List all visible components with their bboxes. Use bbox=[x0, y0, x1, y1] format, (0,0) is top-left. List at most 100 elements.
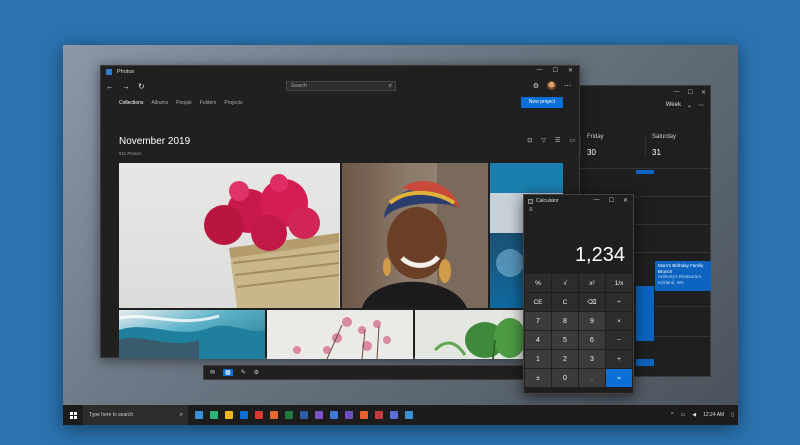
calc-key[interactable]: − bbox=[606, 331, 632, 349]
calc-key[interactable]: 1/x bbox=[606, 274, 632, 292]
calc-key[interactable]: 1 bbox=[525, 350, 551, 368]
calc-key[interactable]: 5 bbox=[552, 331, 578, 349]
avatar[interactable] bbox=[547, 81, 556, 90]
chevron-up-icon[interactable]: ^ bbox=[671, 412, 673, 418]
calc-key[interactable]: ± bbox=[525, 369, 551, 387]
minimize-icon[interactable]: — bbox=[537, 67, 543, 74]
day-number[interactable]: 31 bbox=[652, 148, 710, 157]
window-title: Photos bbox=[117, 69, 135, 75]
calc-key[interactable]: × bbox=[606, 312, 632, 330]
calendar-icon[interactable]: ▦ bbox=[223, 369, 233, 376]
photo-tile-flowers[interactable] bbox=[119, 163, 340, 308]
view-dropdown[interactable]: Week bbox=[666, 102, 681, 108]
event-bar[interactable] bbox=[636, 286, 654, 341]
calc-key[interactable]: 4 bbox=[525, 331, 551, 349]
calc-key[interactable]: √ bbox=[552, 274, 578, 292]
taskbar-app-icon[interactable] bbox=[375, 411, 383, 419]
list-icon[interactable]: ☰ bbox=[555, 137, 560, 144]
chevron-down-icon[interactable]: ⌄ bbox=[687, 102, 692, 109]
calendar-event[interactable]: Mom's Birthday Family Brunch Anthony's R… bbox=[655, 261, 711, 291]
edit-icon[interactable]: ✎ bbox=[241, 369, 246, 376]
calc-key[interactable]: 9 bbox=[579, 312, 605, 330]
calc-key[interactable]: ÷ bbox=[606, 293, 632, 311]
hamburger-menu-icon[interactable]: ≡ bbox=[524, 207, 633, 217]
close-icon[interactable]: ✕ bbox=[623, 197, 628, 204]
tab-projects[interactable]: Projects bbox=[224, 100, 242, 106]
minimize-icon[interactable]: — bbox=[674, 89, 680, 95]
taskbar-app-icon[interactable] bbox=[360, 411, 368, 419]
search-placeholder: Search bbox=[291, 83, 307, 89]
filter-icon[interactable]: ▽ bbox=[541, 137, 546, 144]
taskbar-app-icon[interactable] bbox=[255, 411, 263, 419]
calc-key[interactable]: . bbox=[579, 369, 605, 387]
calc-key[interactable]: 8 bbox=[552, 312, 578, 330]
calc-key[interactable]: ⌫ bbox=[579, 293, 605, 311]
search-icon[interactable]: ⌕ bbox=[389, 82, 392, 91]
photos-titlebar: Photos — ☐ ✕ bbox=[101, 66, 579, 78]
view-options: ⊡ ▽ ☰ ▭ bbox=[527, 137, 575, 144]
taskbar-app-icon[interactable] bbox=[225, 411, 233, 419]
event-bar[interactable] bbox=[636, 359, 654, 366]
photo-tile-blossoms[interactable] bbox=[267, 310, 413, 359]
maximize-icon[interactable]: ☐ bbox=[609, 197, 614, 204]
search-input[interactable]: Search ⌕ bbox=[286, 81, 396, 91]
photo-tile-coast[interactable] bbox=[119, 310, 265, 359]
calc-key[interactable]: 7 bbox=[525, 312, 551, 330]
more-icon[interactable]: ⋯ bbox=[698, 102, 704, 109]
taskbar-app-icon[interactable] bbox=[210, 411, 218, 419]
taskbar-app-icon[interactable] bbox=[300, 411, 308, 419]
taskbar-app-icon[interactable] bbox=[315, 411, 323, 419]
calc-key[interactable]: 6 bbox=[579, 331, 605, 349]
calc-key[interactable]: CE bbox=[525, 293, 551, 311]
tab-folders[interactable]: Folders bbox=[200, 100, 217, 106]
minimize-icon[interactable]: — bbox=[594, 197, 600, 204]
close-icon[interactable]: ✕ bbox=[568, 67, 573, 74]
tab-collections[interactable]: Collections bbox=[119, 100, 143, 106]
taskbar-app-icon[interactable] bbox=[405, 411, 413, 419]
more-icon[interactable]: ⋯ bbox=[564, 82, 571, 90]
taskbar-app-icon[interactable] bbox=[390, 411, 398, 419]
clock[interactable]: 12:24 AM bbox=[703, 412, 724, 418]
notifications-icon[interactable]: ▯ bbox=[731, 412, 734, 418]
event-title: Mom's Birthday Family Brunch bbox=[658, 263, 704, 274]
mail-icon[interactable]: ✉ bbox=[210, 369, 215, 376]
photo-tile-portrait[interactable] bbox=[342, 163, 488, 308]
taskbar-app-icon[interactable] bbox=[345, 411, 353, 419]
network-icon[interactable]: ▭ bbox=[681, 412, 686, 418]
day-number[interactable]: 30 bbox=[587, 148, 645, 157]
slideshow-icon[interactable]: ▭ bbox=[569, 137, 575, 144]
taskbar-app-icon[interactable] bbox=[285, 411, 293, 419]
maximize-icon[interactable]: ☐ bbox=[688, 89, 693, 96]
calc-key[interactable]: 2 bbox=[552, 350, 578, 368]
volume-icon[interactable]: ◀ bbox=[692, 412, 696, 418]
calc-key[interactable]: x² bbox=[579, 274, 605, 292]
calc-key[interactable]: C bbox=[552, 293, 578, 311]
start-button[interactable] bbox=[63, 405, 83, 425]
taskbar-app-icon[interactable] bbox=[195, 411, 203, 419]
settings-icon[interactable]: ⚙ bbox=[254, 369, 259, 376]
select-icon[interactable]: ⊡ bbox=[527, 137, 532, 144]
tab-albums[interactable]: Albums bbox=[151, 100, 168, 106]
page-title: November 2019 bbox=[119, 136, 191, 147]
calc-key[interactable]: % bbox=[525, 274, 551, 292]
settings-icon[interactable]: ⚙ bbox=[533, 82, 539, 90]
back-arrow-icon[interactable]: ← bbox=[106, 82, 114, 91]
tab-people[interactable]: People bbox=[176, 100, 192, 106]
day-column-friday: Friday 30 bbox=[580, 134, 645, 157]
taskbar-app-icon[interactable] bbox=[270, 411, 278, 419]
calc-key[interactable]: = bbox=[606, 369, 632, 387]
new-project-button[interactable]: New project bbox=[521, 97, 563, 108]
close-icon[interactable]: ✕ bbox=[701, 89, 706, 96]
calc-key[interactable]: 3 bbox=[579, 350, 605, 368]
taskbar-app-icon[interactable] bbox=[240, 411, 248, 419]
calc-key[interactable]: 0 bbox=[552, 369, 578, 387]
taskbar-search-placeholder: Type here to search bbox=[89, 412, 134, 418]
forward-arrow-icon[interactable]: → bbox=[122, 82, 130, 91]
refresh-icon[interactable]: ↻ bbox=[138, 82, 145, 91]
calc-key[interactable]: + bbox=[606, 350, 632, 368]
taskbar-app-icon[interactable] bbox=[330, 411, 338, 419]
event-bar[interactable] bbox=[636, 170, 654, 174]
search-icon: ⌕ bbox=[179, 412, 183, 418]
taskbar-search[interactable]: Type here to search ⌕ bbox=[83, 405, 188, 425]
maximize-icon[interactable]: ☐ bbox=[553, 67, 558, 74]
